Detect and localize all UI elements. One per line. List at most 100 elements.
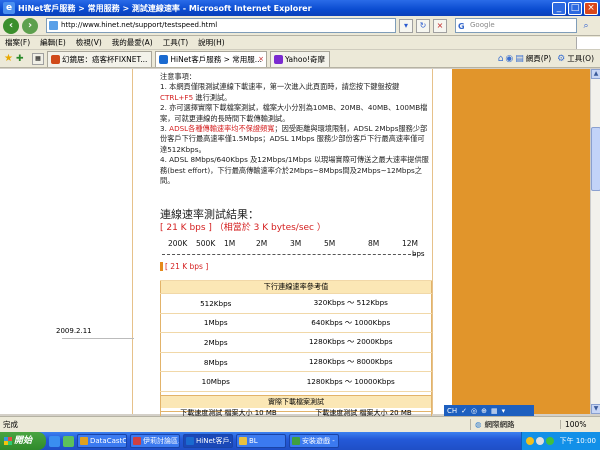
sidebar-date: 2009.2.11 (56, 327, 92, 335)
maximize-button[interactable]: □ (568, 1, 582, 15)
ime-width-icon[interactable]: ⊕ (481, 407, 487, 415)
url-field[interactable]: http://www.hinet.net/support/testspeed.h… (46, 18, 396, 33)
table-cell: 320Kbps ～ 512Kbps (270, 293, 432, 314)
scroll-down-icon[interactable]: ▼ (591, 404, 600, 414)
tab-yahoo[interactable]: Yahoo!奇摩 (269, 50, 331, 67)
menu-view[interactable]: 檢視(V) (71, 37, 107, 48)
address-bar: ‹ › http://www.hinet.net/support/testspe… (0, 16, 600, 36)
ime-pad-icon[interactable]: ▦ (491, 407, 498, 415)
task-label: 安裝遊戲 - (302, 437, 335, 445)
refresh-icon[interactable]: ↻ (416, 18, 430, 33)
minimize-button[interactable]: _ (552, 1, 566, 15)
task-icon (186, 437, 194, 445)
favorites-star-icon[interactable]: ★ (4, 53, 16, 64)
notice-section: 注意事項： 1. 本網頁僅限測試連線下載速率，第一次進入此頁面時，請您按下鍵盤按… (160, 72, 430, 186)
status-bar: 完成 ◍ 網際網路 100% (0, 416, 600, 432)
table-cell: 512Kbps (160, 293, 271, 314)
taskbar-item-bl[interactable]: BL (236, 434, 286, 448)
scroll-thumb[interactable] (591, 127, 600, 191)
tab-fav-icon (273, 54, 283, 64)
command-bar: ⌂ ◉ ▤ 網頁(P) ⚙ 工具(O) (498, 53, 600, 64)
notice-item-1: 1. 本網頁僅限測試連線下載速率，第一次進入此頁面時，請您按下鍵盤按鍵CTRL+… (160, 82, 430, 103)
print-icon[interactable]: ▤ (515, 54, 524, 64)
ime-check-icon[interactable]: ✓ (461, 407, 467, 415)
table-cell: 1Mbps (160, 312, 271, 333)
gear-icon[interactable]: ⚙ (557, 54, 565, 64)
notice-heading: 注意事項： (160, 72, 196, 81)
ime-lang[interactable]: CH (447, 407, 457, 415)
tab-list-icon[interactable]: ▦ (32, 52, 44, 65)
back-button[interactable]: ‹ (3, 17, 19, 34)
window-title: HiNet客戶服務 > 常用服務 > 測試連線速率 - Microsoft In… (18, 3, 312, 13)
forward-button[interactable]: › (22, 17, 38, 34)
menu-edit[interactable]: 編輯(E) (35, 37, 71, 48)
notice-key: CTRL+F5 (160, 92, 194, 102)
table-cell: 2Mbps (160, 332, 271, 353)
table-cell: 640Kbps ～ 1000Kbps (270, 312, 432, 333)
taskbar-item-eyny[interactable]: 伊莉討論區... (130, 434, 180, 448)
ime-mode-icon[interactable]: ◎ (471, 407, 477, 415)
ime-menu-icon[interactable]: ▾ (502, 407, 506, 415)
scale-line (162, 254, 416, 255)
tray-volume-icon[interactable] (535, 437, 544, 445)
tray-app-icon[interactable] (545, 437, 554, 445)
task-label: 伊莉討論區... (143, 437, 180, 445)
quick-launch-desktop-icon[interactable] (63, 435, 74, 447)
tab-close-icon[interactable]: × (258, 52, 264, 67)
taskbar-item-datacast[interactable]: DataCastOKU (77, 434, 127, 448)
table-row: 512Kbps 320Kbps ～ 512Kbps (160, 293, 432, 314)
scale-tick: 3M (290, 239, 302, 248)
taskbar-item-hinet[interactable]: HiNet客戶... (183, 434, 233, 448)
windows-logo-icon (576, 36, 600, 49)
notice-text: 進行測試。 (193, 92, 232, 102)
right-column (432, 69, 452, 414)
tray-network-icon[interactable] (525, 437, 534, 445)
status-text: 完成 (3, 420, 18, 429)
taskbar-item-install[interactable]: 安裝遊戲 - (289, 434, 339, 448)
system-tray: 下午 10:00 (520, 432, 600, 450)
menu-tools[interactable]: 工具(T) (158, 37, 193, 48)
globe-icon: ◍ (475, 420, 482, 429)
table-row: 2Mbps 1280Kbps ～ 2000Kbps (160, 332, 432, 353)
menu-favorites[interactable]: 我的最愛(A) (107, 37, 158, 48)
title-bar: e HiNet客戶服務 > 常用服務 > 測試連線速率 - Microsoft … (0, 0, 600, 16)
orange-side-panel (452, 69, 590, 414)
home-icon[interactable]: ⌂ (498, 54, 504, 64)
dropdown-icon[interactable]: ▾ (399, 18, 413, 33)
menu-file[interactable]: 檔案(F) (0, 37, 35, 48)
tab-label: HiNet客戶服務 > 常用服... (170, 54, 262, 64)
tab-fav-icon (51, 54, 60, 64)
start-button[interactable]: 開始 (0, 432, 46, 450)
close-button[interactable]: × (584, 1, 598, 15)
page-menu[interactable]: 網頁(P) (526, 53, 551, 64)
notice-item-4: 4. ADSL 8Mbps/640Kbps 及12Mbps/1Mbps 以現場實… (160, 155, 429, 186)
search-icon[interactable]: ⌕ (579, 19, 593, 33)
folder-icon (239, 437, 247, 445)
tab-fixnet[interactable]: 幻鏡居：癌客杯FIXNET... (47, 50, 153, 67)
zone-label: 網際網路 (484, 420, 515, 429)
table-row: 1Mbps 640Kbps ～ 1000Kbps (160, 312, 432, 333)
notice-item-3: 3. ADSL各種傳輸速率均不保證頻寬；因受距離與環境限制，ADSL 2Mbps… (160, 124, 430, 155)
feeds-icon[interactable]: ◉ (505, 54, 513, 64)
quick-launch-ie-icon[interactable] (49, 435, 60, 447)
scale-unit: bps (412, 250, 425, 258)
menu-help[interactable]: 說明(H) (193, 37, 230, 48)
task-label: HiNet客戶... (196, 437, 233, 445)
scale-tick: 2M (256, 239, 268, 248)
notice-text: 3. (160, 124, 170, 134)
ie-icon: e (3, 2, 15, 14)
tab-label: Yahoo!奇摩 (284, 54, 326, 64)
tab-hinet[interactable]: HiNet客戶服務 > 常用服... × (155, 50, 267, 67)
search-input[interactable]: G Google (455, 18, 577, 33)
security-zone: ◍ 網際網路 (470, 419, 560, 430)
clock[interactable]: 下午 10:00 (560, 436, 596, 446)
add-favorites-icon[interactable]: ✚ (16, 54, 28, 64)
tools-menu[interactable]: 工具(O) (567, 53, 594, 64)
table-row: 8Mbps 1280Kbps ～ 8000Kbps (160, 351, 432, 372)
vertical-scrollbar[interactable]: ▲ ▼ (590, 69, 600, 414)
scroll-up-icon[interactable]: ▲ (591, 69, 600, 79)
table-cell: 1280Kbps ～ 2000Kbps (270, 332, 432, 353)
stop-icon[interactable]: × (433, 18, 447, 33)
tab-label: 幻鏡居：癌客杯FIXNET... (62, 54, 148, 64)
zoom-level[interactable]: 100% (560, 420, 600, 429)
